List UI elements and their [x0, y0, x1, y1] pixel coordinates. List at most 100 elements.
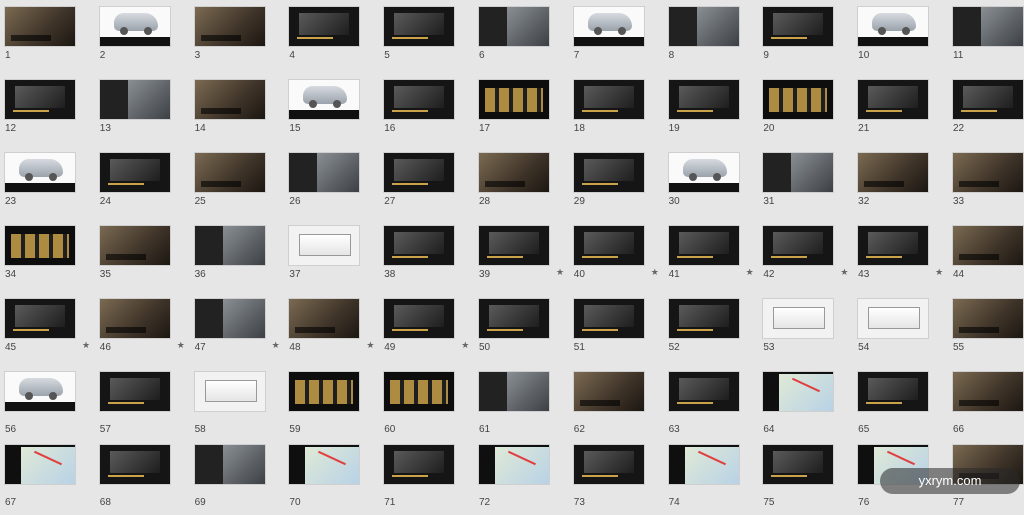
slide-thumbnail-cell[interactable]: 73: [572, 442, 668, 515]
slide-thumbnail[interactable]: [98, 444, 171, 485]
slide-thumbnail[interactable]: [857, 371, 930, 412]
slide-thumbnail-cell[interactable]: 52: [667, 296, 763, 369]
slide-thumbnail-cell[interactable]: 40 ★: [572, 223, 668, 296]
slide-thumbnail-cell[interactable]: 25: [193, 150, 289, 223]
slide-thumbnail-cell[interactable]: 30: [667, 150, 763, 223]
slide-thumbnail-cell[interactable]: 26: [288, 150, 383, 223]
slide-thumbnail[interactable]: [98, 152, 171, 193]
slide-thumbnail-cell[interactable]: 43 ★: [857, 223, 952, 296]
slide-thumbnail[interactable]: [288, 79, 361, 120]
slide-thumbnail-cell[interactable]: 23: [4, 150, 99, 223]
slide-thumbnail[interactable]: [288, 225, 361, 266]
slide-thumbnail[interactable]: [477, 371, 550, 412]
slide-thumbnail[interactable]: [383, 79, 456, 120]
slide-thumbnail[interactable]: [4, 79, 76, 120]
slide-thumbnail[interactable]: [572, 371, 645, 412]
slide-thumbnail[interactable]: [98, 79, 171, 120]
slide-thumbnail-cell[interactable]: 50: [477, 296, 573, 369]
slide-thumbnail[interactable]: [951, 79, 1024, 120]
slide-thumbnail-cell[interactable]: 1: [4, 4, 99, 77]
slide-thumbnail-cell[interactable]: 60: [383, 369, 478, 442]
slide-thumbnail[interactable]: [857, 298, 930, 339]
slide-thumbnail-cell[interactable]: 4: [288, 4, 383, 77]
slide-thumbnail-cell[interactable]: 11: [951, 4, 1024, 77]
slide-thumbnail-cell[interactable]: 12: [4, 77, 99, 150]
slide-thumbnail[interactable]: [762, 6, 835, 47]
slide-thumbnail[interactable]: [572, 444, 645, 485]
slide-thumbnail[interactable]: [193, 225, 266, 266]
slide-thumbnail-cell[interactable]: 66: [951, 369, 1024, 442]
slide-thumbnail-cell[interactable]: 59: [288, 369, 383, 442]
slide-thumbnail[interactable]: [762, 298, 835, 339]
slide-thumbnail-cell[interactable]: 51: [572, 296, 668, 369]
slide-thumbnail[interactable]: [951, 6, 1024, 47]
slide-thumbnail[interactable]: [667, 444, 740, 485]
slide-thumbnail-cell[interactable]: 69: [193, 442, 289, 515]
slide-thumbnail-cell[interactable]: 6: [477, 4, 573, 77]
slide-thumbnail-cell[interactable]: 31: [762, 150, 857, 223]
slide-thumbnail-cell[interactable]: 3: [193, 4, 289, 77]
slide-thumbnail[interactable]: [951, 298, 1024, 339]
slide-thumbnail[interactable]: [193, 152, 266, 193]
slide-thumbnail-cell[interactable]: 41 ★: [667, 223, 763, 296]
slide-thumbnail[interactable]: [98, 371, 171, 412]
slide-thumbnail-cell[interactable]: 68: [98, 442, 194, 515]
slide-thumbnail-cell[interactable]: 47 ★: [193, 296, 289, 369]
slide-thumbnail[interactable]: [857, 79, 930, 120]
slide-thumbnail[interactable]: [857, 225, 930, 266]
slide-thumbnail[interactable]: [288, 298, 361, 339]
slide-thumbnail[interactable]: [193, 444, 266, 485]
slide-thumbnail[interactable]: [383, 225, 456, 266]
slide-thumbnail[interactable]: [383, 6, 456, 47]
slide-thumbnail-cell[interactable]: 24: [98, 150, 194, 223]
slide-thumbnail[interactable]: [762, 371, 835, 412]
slide-thumbnail[interactable]: [572, 6, 645, 47]
slide-thumbnail-cell[interactable]: 56: [4, 369, 99, 442]
slide-thumbnail[interactable]: [572, 225, 645, 266]
slide-thumbnail-cell[interactable]: 70: [288, 442, 383, 515]
slide-thumbnail-cell[interactable]: 7: [572, 4, 668, 77]
slide-thumbnail[interactable]: [951, 152, 1024, 193]
slide-thumbnail-cell[interactable]: 44★: [951, 223, 1024, 296]
slide-thumbnail-cell[interactable]: 19: [667, 77, 763, 150]
slide-thumbnail[interactable]: [288, 152, 361, 193]
slide-thumbnail[interactable]: [288, 444, 361, 485]
slide-thumbnail-cell[interactable]: 39 ★: [477, 223, 573, 296]
slide-thumbnail[interactable]: [477, 298, 550, 339]
slide-thumbnail-cell[interactable]: 21: [857, 77, 952, 150]
slide-thumbnail[interactable]: [193, 371, 266, 412]
slide-thumbnail-cell[interactable]: 75: [762, 442, 857, 515]
slide-thumbnail-cell[interactable]: 49 ★: [383, 296, 478, 369]
slide-thumbnail[interactable]: [667, 152, 740, 193]
slide-thumbnail-cell[interactable]: 38: [383, 223, 478, 296]
slide-thumbnail-cell[interactable]: 72: [477, 442, 573, 515]
slide-thumbnail[interactable]: [951, 225, 1024, 266]
slide-thumbnail-cell[interactable]: 16: [383, 77, 478, 150]
slide-thumbnail[interactable]: [667, 79, 740, 120]
slide-thumbnail[interactable]: [383, 371, 456, 412]
slide-thumbnail-cell[interactable]: 14: [193, 77, 289, 150]
slide-thumbnail[interactable]: [98, 298, 171, 339]
slide-thumbnail[interactable]: [4, 225, 76, 266]
slide-thumbnail[interactable]: [667, 298, 740, 339]
slide-thumbnail[interactable]: [383, 444, 456, 485]
slide-thumbnail-cell[interactable]: 65: [857, 369, 952, 442]
slide-thumbnail-cell[interactable]: 34: [4, 223, 99, 296]
slide-thumbnail-cell[interactable]: 57: [98, 369, 194, 442]
slide-thumbnail[interactable]: [288, 371, 361, 412]
slide-thumbnail-cell[interactable]: 28: [477, 150, 573, 223]
slide-thumbnail-cell[interactable]: 37: [288, 223, 383, 296]
slide-thumbnail-cell[interactable]: 48 ★: [288, 296, 383, 369]
slide-thumbnail[interactable]: [857, 152, 930, 193]
slide-thumbnail-cell[interactable]: 62: [572, 369, 668, 442]
slide-thumbnail-cell[interactable]: 36: [193, 223, 289, 296]
slide-thumbnail[interactable]: [762, 152, 835, 193]
slide-thumbnail[interactable]: [4, 6, 76, 47]
slide-thumbnail[interactable]: [383, 298, 456, 339]
slide-thumbnail-cell[interactable]: 61: [477, 369, 573, 442]
slide-thumbnail-cell[interactable]: 2: [98, 4, 194, 77]
slide-thumbnail-cell[interactable]: 71: [383, 442, 478, 515]
slide-thumbnail[interactable]: [4, 371, 76, 412]
slide-thumbnail[interactable]: [193, 79, 266, 120]
slide-thumbnail-cell[interactable]: 27: [383, 150, 478, 223]
